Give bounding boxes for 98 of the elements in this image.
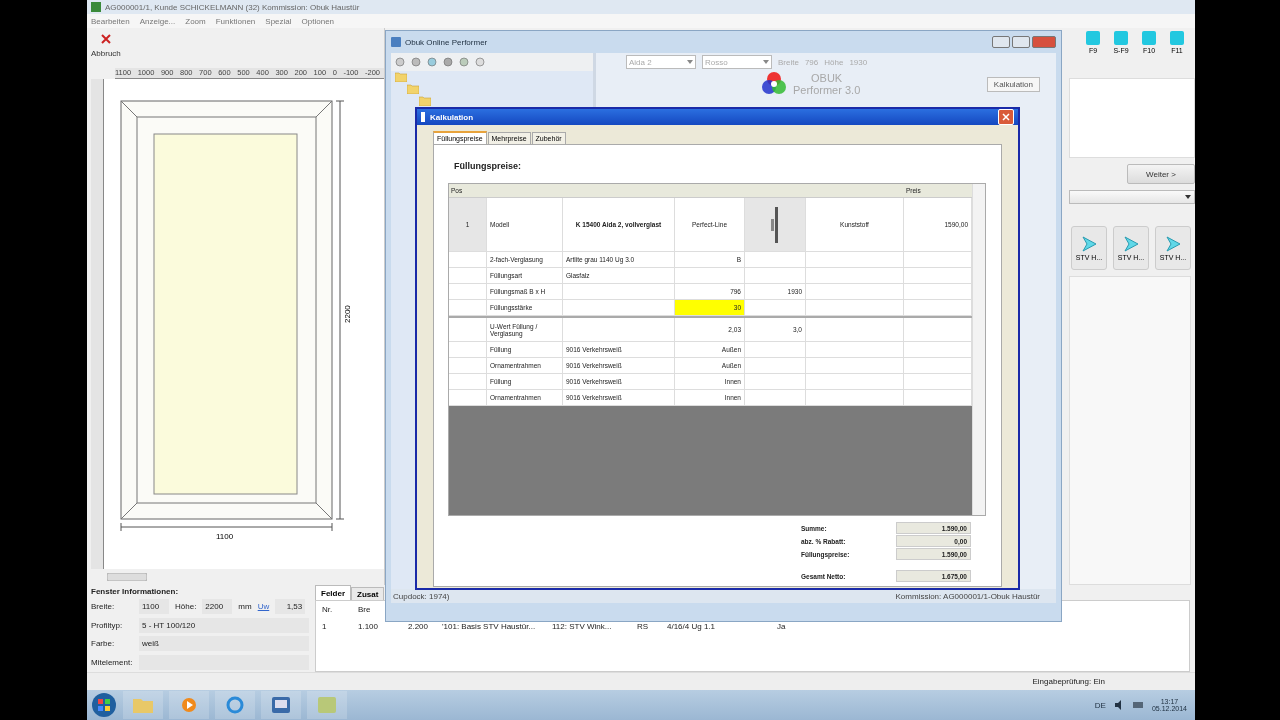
window-icon [1169,30,1185,46]
table-cell [745,358,806,374]
field-label: Mitelement: [91,657,133,667]
dimension-label: 2200 [343,305,352,323]
table-cell [745,268,806,284]
field-label: Höhe: [175,602,197,612]
status-text: Cupdock: 1974) [393,591,450,601]
menu-item[interactable]: Optionen [301,16,335,26]
column-header: Bre [358,605,372,614]
width-field[interactable]: 1100 [139,599,169,615]
speaker-icon[interactable] [1113,700,1124,710]
table-cell [745,374,806,390]
taskbar-button[interactable] [261,691,301,719]
menu-item[interactable]: Spezial [265,16,292,26]
status-text: Kommission: AG000001/1-Obuk Haustür [895,591,1040,601]
network-icon[interactable] [1131,700,1144,710]
dialog-title: Kalkulation [430,112,474,122]
scrollbar[interactable] [107,573,147,581]
section-heading: Füllungspreise: [454,161,522,171]
table-cell-text: 1.100 [358,622,380,631]
table-cell [745,342,806,358]
play-icon [1123,235,1139,252]
dimension-label: 1100 [216,532,234,541]
window-icon [318,697,336,713]
table-cell-text: 2.200 [408,622,430,631]
window-icon [1085,30,1101,46]
window-icon [1113,30,1129,46]
next-button[interactable]: Weiter > [1127,164,1195,184]
logo-title: OBUK [811,72,843,84]
table-cell-text: RS [637,622,650,631]
folder-icon [133,697,153,713]
table-cell [904,318,972,342]
caret-icon [687,60,693,64]
window-title: AG000001/1, Kunde SCHICKELMANN (32) Kommission: Obuk Haustür [105,2,360,12]
logo-subtitle: Performer 3.0 [793,84,861,96]
menu-item[interactable]: Zoom [185,16,206,26]
field-label: Breite [778,57,799,67]
folder-icon [407,84,419,94]
menu-item[interactable]: Funktionen [215,16,256,26]
unit-label: mm [238,602,252,612]
table-cell [904,342,972,358]
status-text: Eingabeprüfung: Ein [1032,677,1105,686]
minimize-button[interactable] [992,36,1010,48]
globe-icon [226,696,244,714]
value-field[interactable]: weiß [139,636,309,652]
taskbar-button[interactable] [169,691,209,719]
cancel-button[interactable]: Abbruch [89,34,123,58]
app-icon [391,37,401,47]
table-cell [904,390,972,406]
menu-item[interactable]: Bearbeiten [91,16,130,26]
menu-item[interactable]: Anzeige... [139,16,176,26]
language-indicator[interactable]: DE [1094,700,1106,710]
app-icon [91,2,101,12]
door-profile-icon [769,204,781,245]
caret-icon [763,60,769,64]
close-icon [1002,113,1010,121]
table-cell-text: '101: Basis STV Haustür... [442,622,537,631]
logo-icon [761,71,787,97]
play-icon [181,697,197,713]
table-cell-text: Ja [777,622,787,631]
table-cell [904,284,972,300]
uw-field: 1,53 [275,599,306,615]
table-cell [904,300,972,316]
field-label: Breite: [91,602,116,612]
table-cell [904,252,972,268]
value-field[interactable]: 5 - HT 100/120 [139,617,309,633]
column-header: Nr. [322,605,334,614]
tab[interactable]: Felder [315,585,351,600]
tab[interactable]: Zusat [351,587,385,600]
field-label: Farbe: [91,639,116,649]
window-icon [1141,30,1157,46]
close-icon [100,34,111,44]
table-cell-text: 112: STV Wink... [552,622,613,631]
table-cell [904,268,972,284]
height-value: 1930 [849,57,868,67]
window-icon [272,697,290,713]
dropdown[interactable] [1069,190,1195,204]
table-cell [904,358,972,374]
table-cell [745,390,806,406]
table-cell-text: 1 [322,622,328,631]
play-icon [1081,235,1097,252]
field-label: Höhe [824,57,844,67]
taskbar-button[interactable] [215,691,255,719]
table-cell-text: 4/16/4 Ug 1.1 [667,622,717,631]
start-button[interactable] [91,692,117,718]
table-cell [745,300,806,316]
height-field[interactable]: 2200 [202,599,233,615]
calculation-button[interactable]: Kalkulation [986,76,1040,92]
maximize-button[interactable] [1012,36,1030,48]
window-title: Obuk Online Performer [405,37,488,47]
table-cell [904,374,972,390]
app-icon [421,112,425,122]
panel-title: Fenster Informationen: [91,587,180,596]
caret-icon [1185,195,1191,199]
width-value: 796 [804,57,819,67]
uw-link[interactable]: Uw [257,602,270,612]
play-icon [1165,235,1181,252]
field-label: Profiltyp: [91,620,124,630]
